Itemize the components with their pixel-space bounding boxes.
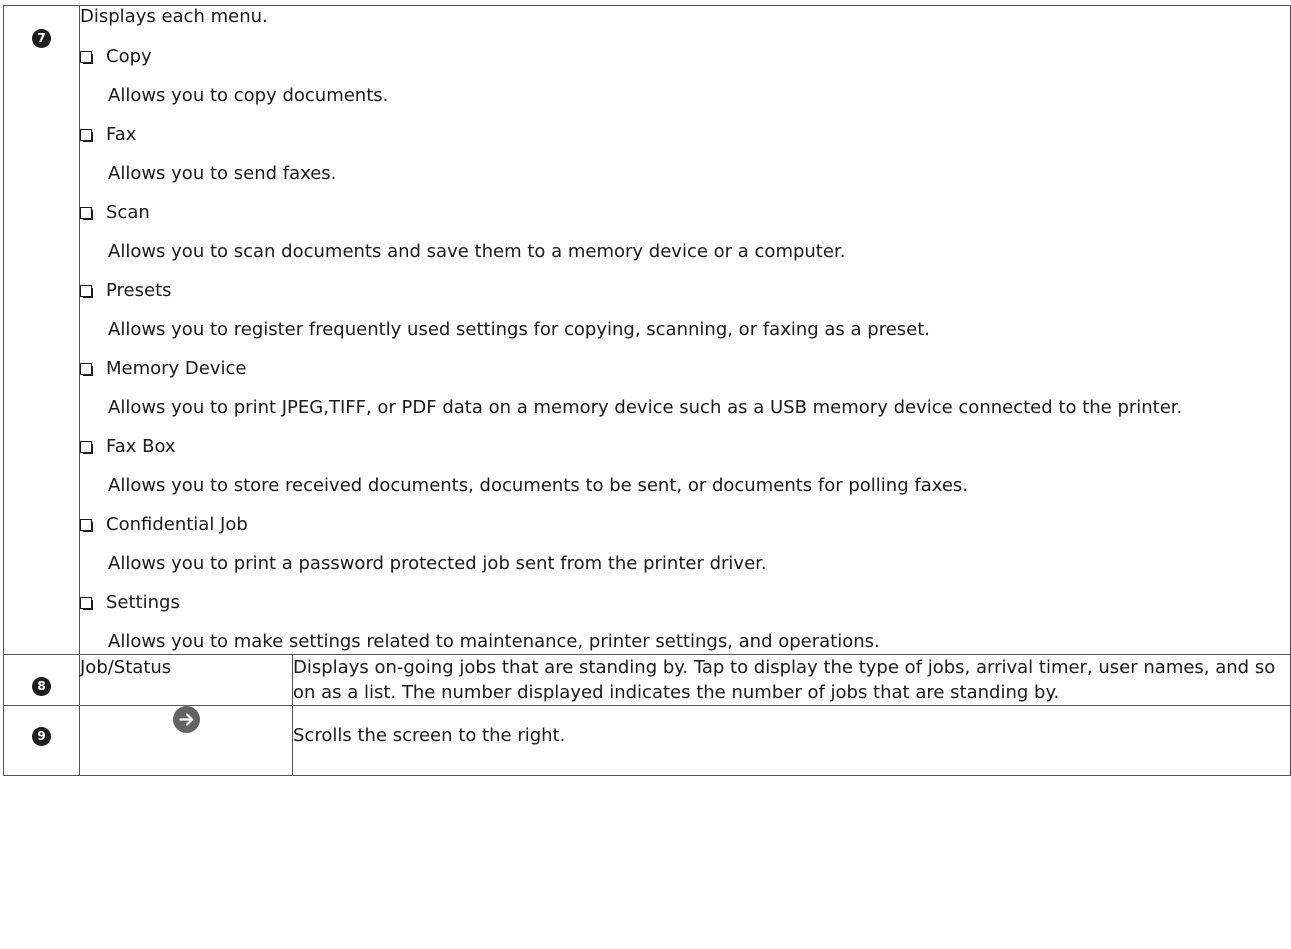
table-row-9: 9 Scrolls the screen to the right. <box>3 705 1291 776</box>
number-badge-8: 8 <box>32 677 51 696</box>
menu-item-description: Allows you to register frequently used s… <box>108 319 931 340</box>
menu-item-description: Allows you to copy documents. <box>108 85 389 106</box>
menu-item-description: Allows you to print JPEG,TIFF, or PDF da… <box>108 397 1183 418</box>
item-label-cell: Job/Status <box>79 654 293 706</box>
menu-item-description: Allows you to send faxes. <box>108 163 337 184</box>
checkbox-bullet-icon <box>80 51 93 64</box>
row-number-cell: 9 <box>3 705 80 776</box>
menu-item-presets: Presets <box>80 280 1290 302</box>
checkbox-bullet-icon <box>80 597 93 610</box>
menu-description-table: 7 Displays each menu. Copy Allows you to… <box>3 5 1291 776</box>
checkbox-bullet-icon <box>80 207 93 220</box>
menu-item-name: Settings <box>106 592 180 613</box>
menu-item-name: Presets <box>106 280 172 301</box>
checkbox-bullet-icon <box>80 519 93 532</box>
row-number-cell: 7 <box>3 5 80 655</box>
checkbox-bullet-icon <box>80 129 93 142</box>
item-icon-cell <box>79 705 293 776</box>
item-description-cell: Displays on-going jobs that are standing… <box>292 654 1291 706</box>
menu-intro-text: Displays each menu. <box>80 6 268 27</box>
checkbox-bullet-icon <box>80 285 93 298</box>
menu-item-name: Confidential Job <box>106 514 248 535</box>
table-row-7: 7 Displays each menu. Copy Allows you to… <box>3 5 1291 655</box>
table-row-8: 8 Job/Status Displays on-going jobs that… <box>3 654 1291 706</box>
menu-item-name: Scan <box>106 202 150 223</box>
menu-item-description: Allows you to make settings related to m… <box>108 631 880 652</box>
menu-item-name: Fax <box>106 124 137 145</box>
menu-item-copy: Copy <box>80 46 1290 68</box>
menu-item-scan: Scan <box>80 202 1290 224</box>
menu-item-description: Allows you to print a password protected… <box>108 553 767 574</box>
menu-item-name: Memory Device <box>106 358 247 379</box>
menu-item-description: Allows you to scan documents and save th… <box>108 241 846 262</box>
checkbox-bullet-icon <box>80 441 93 454</box>
menu-item-memory-device: Memory Device <box>80 358 1290 380</box>
menu-item-settings: Settings <box>80 592 1290 614</box>
menu-item-fax-box: Fax Box <box>80 436 1290 458</box>
number-badge-9: 9 <box>32 727 51 746</box>
menu-item-fax: Fax <box>80 124 1290 146</box>
menu-item-name: Fax Box <box>106 436 176 457</box>
menu-item-confidential-job: Confidential Job <box>80 514 1290 536</box>
menu-item-description: Allows you to store received documents, … <box>108 475 969 496</box>
menu-list-cell: Displays each menu. Copy Allows you to c… <box>79 5 1291 655</box>
arrow-right-circle-icon <box>172 706 200 733</box>
item-description-cell: Scrolls the screen to the right. <box>292 705 1291 776</box>
number-badge-7: 7 <box>32 29 51 48</box>
menu-item-name: Copy <box>106 46 152 67</box>
checkbox-bullet-icon <box>80 363 93 376</box>
row-number-cell: 8 <box>3 654 80 706</box>
